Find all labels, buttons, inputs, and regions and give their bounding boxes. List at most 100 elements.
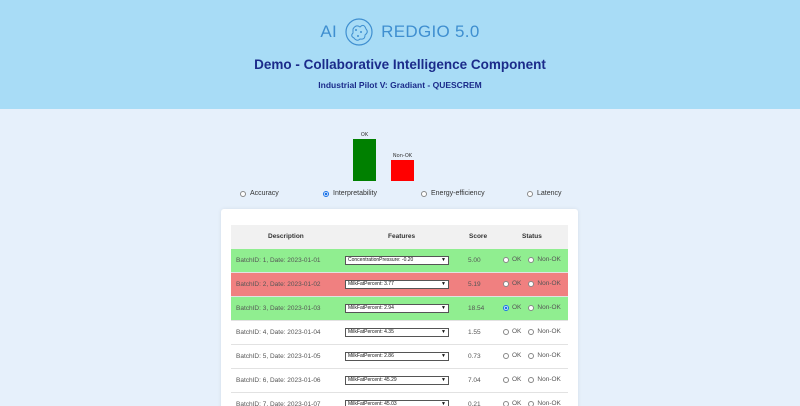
page-title: Demo - Collaborative Intelligence Compon… (254, 57, 546, 72)
row-description: BatchID: 2, Date: 2023-01-02 (236, 281, 321, 288)
row-score: 18.54 (468, 305, 485, 312)
bar-ok (353, 139, 376, 181)
feature-select-value: MilkFatPercent: 2.94 (348, 305, 394, 311)
status-option-label: Non-OK (537, 280, 561, 287)
row-status: OK Non-OK (503, 280, 565, 287)
chevron-down-icon: ▼ (441, 305, 446, 311)
chevron-down-icon: ▼ (441, 401, 446, 406)
table-row: BatchID: 5, Date: 2023-01-05 MilkFatPerce… (231, 345, 568, 369)
metric-option-latency[interactable]: Latency (527, 190, 562, 197)
status-option-label: OK (512, 328, 522, 335)
bar-non-ok (391, 160, 414, 181)
feature-select-value: MilkFatPercent: 4.35 (348, 329, 394, 335)
metric-option-label: Interpretability (333, 190, 377, 197)
radio-button[interactable] (240, 190, 246, 197)
status-option-label: Non-OK (537, 352, 561, 359)
row-description: BatchID: 7, Date: 2023-01-07 (236, 401, 321, 406)
feature-select-value: MilkFatPercent: 3.77 (348, 281, 394, 287)
status-option-label: OK (512, 280, 522, 287)
table-header: Description Features Score Status (231, 225, 568, 249)
status-option-label: Non-OK (537, 304, 561, 311)
feature-select[interactable]: ConcentrationPressure: -0.20 ▼ (345, 256, 449, 265)
status-option-label: OK (512, 256, 522, 263)
table-row: BatchID: 6, Date: 2023-01-06 MilkFatPerce… (231, 369, 568, 393)
status-radio-ok[interactable] (503, 304, 509, 311)
status-option-label: Non-OK (537, 376, 561, 383)
radio-button[interactable] (323, 190, 329, 197)
header-status: Status (522, 233, 542, 240)
status-radio-ok[interactable] (503, 352, 509, 359)
status-radio-non-ok[interactable] (528, 328, 535, 335)
status-radio-non-ok[interactable] (528, 256, 535, 263)
status-option-label: OK (512, 304, 522, 311)
row-description: BatchID: 3, Date: 2023-01-03 (236, 305, 321, 312)
metric-option-label: Latency (537, 190, 562, 197)
row-score: 5.00 (468, 257, 481, 264)
page-header: AI REDGIO 5.0 Demo - Collaborative Intel… (0, 0, 800, 109)
status-radio-non-ok[interactable] (528, 376, 535, 383)
table-row: BatchID: 7, Date: 2023-01-07 MilkFatPerce… (231, 393, 568, 406)
feature-select-value: ConcentrationPressure: -0.20 (348, 257, 414, 263)
row-score: 1.55 (468, 329, 481, 336)
brain-icon (345, 18, 373, 46)
row-score: 5.19 (468, 281, 481, 288)
row-status: OK Non-OK (503, 376, 565, 383)
chevron-down-icon: ▼ (441, 257, 446, 263)
chevron-down-icon: ▼ (441, 329, 446, 335)
row-description: BatchID: 4, Date: 2023-01-04 (236, 329, 321, 336)
row-status: OK Non-OK (503, 328, 565, 335)
table-row: BatchID: 2, Date: 2023-01-02 MilkFatPerce… (231, 273, 568, 297)
row-score: 0.73 (468, 353, 481, 360)
status-option-label: Non-OK (537, 328, 561, 335)
row-status: OK Non-OK (503, 256, 565, 263)
feature-select-value: MilkFatPercent: 2.86 (348, 353, 394, 359)
table-row: BatchID: 1, Date: 2023-01-01 Concentratio… (231, 249, 568, 273)
row-status: OK Non-OK (503, 352, 565, 359)
metric-option-energy-efficiency[interactable]: Energy-efficiency (421, 190, 485, 197)
feature-select[interactable]: MilkFatPercent: 4.35 ▼ (345, 328, 449, 337)
status-radio-non-ok[interactable] (528, 280, 535, 287)
app-logo: AI REDGIO 5.0 (0, 17, 800, 47)
feature-select[interactable]: MilkFatPercent: 45.03 ▼ (345, 400, 449, 406)
status-radio-ok[interactable] (503, 280, 509, 287)
status-option-label: Non-OK (537, 256, 561, 263)
radio-button[interactable] (527, 190, 533, 197)
bar-label: Non-OK (393, 153, 413, 159)
metric-option-accuracy[interactable]: Accuracy (240, 190, 279, 197)
status-option-label: OK (512, 352, 522, 359)
table-row: BatchID: 4, Date: 2023-01-04 MilkFatPerce… (231, 321, 568, 345)
metric-radio-group: Accuracy Interpretability Energy-efficienc… (0, 190, 800, 202)
status-option-label: OK (512, 400, 522, 406)
status-radio-ok[interactable] (503, 376, 509, 383)
status-bar-chart: OK Non-OK (353, 132, 414, 181)
header-description: Description (268, 233, 304, 240)
feature-select[interactable]: MilkFatPercent: 3.77 ▼ (345, 280, 449, 289)
status-radio-non-ok[interactable] (528, 304, 535, 311)
logo-text-right: REDGIO 5.0 (381, 22, 480, 41)
logo-text-left: AI (320, 22, 338, 41)
feature-select[interactable]: MilkFatPercent: 2.94 ▼ (345, 304, 449, 313)
status-radio-ok[interactable] (503, 400, 509, 406)
status-radio-ok[interactable] (503, 256, 509, 263)
row-status: OK Non-OK (503, 400, 565, 406)
table-row: BatchID: 3, Date: 2023-01-03 MilkFatPerce… (231, 297, 568, 321)
metric-option-label: Energy-efficiency (431, 190, 485, 197)
status-radio-ok[interactable] (503, 328, 509, 335)
chevron-down-icon: ▼ (441, 377, 446, 383)
feature-select-value: MilkFatPercent: 45.29 (348, 377, 397, 383)
status-radio-non-ok[interactable] (528, 400, 535, 406)
feature-select-value: MilkFatPercent: 45.03 (348, 401, 397, 406)
header-features: Features (388, 233, 416, 240)
chevron-down-icon: ▼ (441, 281, 446, 287)
chevron-down-icon: ▼ (441, 353, 446, 359)
status-radio-non-ok[interactable] (528, 352, 535, 359)
batches-card: Description Features Score Status BatchI… (221, 209, 578, 406)
metric-option-label: Accuracy (250, 190, 279, 197)
feature-select[interactable]: MilkFatPercent: 45.29 ▼ (345, 376, 449, 385)
row-status: OK Non-OK (503, 304, 565, 311)
status-option-label: OK (512, 376, 522, 383)
feature-select[interactable]: MilkFatPercent: 2.86 ▼ (345, 352, 449, 361)
metric-option-interpretability[interactable]: Interpretability (323, 190, 377, 197)
row-description: BatchID: 5, Date: 2023-01-05 (236, 353, 321, 360)
radio-button[interactable] (421, 190, 427, 197)
